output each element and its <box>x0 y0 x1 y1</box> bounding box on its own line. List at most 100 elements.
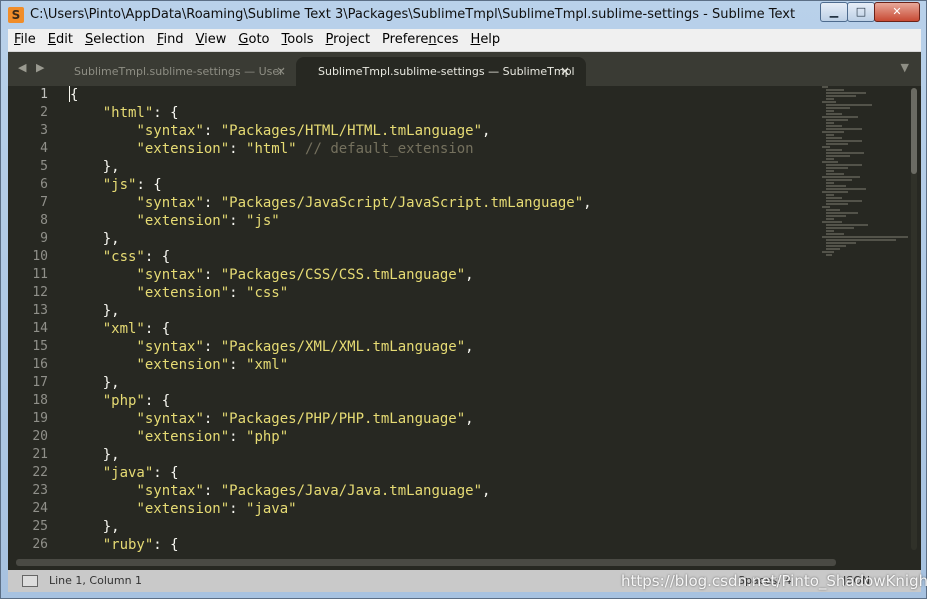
maximize-button[interactable]: □ <box>847 2 875 22</box>
string-token: "Packages/HTML/HTML.tmLanguage" <box>220 123 483 139</box>
minimap-line <box>826 95 856 97</box>
minimap-line <box>826 185 846 187</box>
horizontal-scrollbar[interactable] <box>16 559 836 566</box>
string-token: "Packages/PHP/PHP.tmLanguage" <box>220 411 466 427</box>
minimap-line <box>826 173 844 175</box>
menu-item[interactable]: Find <box>151 30 190 50</box>
string-token: "extension" <box>136 213 230 229</box>
tab-list-dropdown-icon[interactable]: ▼ <box>901 61 909 75</box>
menu-item[interactable]: Edit <box>42 30 79 50</box>
menu-item[interactable]: Goto <box>232 30 275 50</box>
title-bar[interactable]: S C:\Users\Pinto\AppData\Roaming\Sublime… <box>1 1 926 29</box>
line-number: 7 <box>40 195 48 210</box>
string-token: "Packages/XML/XML.tmLanguage" <box>220 339 466 355</box>
code-line: { <box>69 86 819 104</box>
minimap-line <box>826 224 868 226</box>
tab-settings-sublimetmpl[interactable]: SublimeTmpl.sublime-settings — SublimeTm… <box>296 57 586 86</box>
code-line: "xml": { <box>69 320 819 338</box>
minimap-line <box>826 107 850 109</box>
minimap-line <box>822 236 908 238</box>
code-token: , <box>465 267 474 283</box>
window-controls: ▁ □ ✕ <box>820 2 920 22</box>
line-number: 4 <box>40 141 48 156</box>
minimap-line <box>826 113 842 115</box>
minimap-line <box>826 248 840 250</box>
code-token: : <box>203 123 221 139</box>
string-token: "extension" <box>136 429 230 445</box>
code-line: "ruby": { <box>69 536 819 554</box>
string-token: "Packages/Java/Java.tmLanguage" <box>220 483 483 499</box>
minimap[interactable] <box>820 86 908 336</box>
close-button[interactable]: ✕ <box>874 2 920 22</box>
menu-item[interactable]: Help <box>465 30 507 50</box>
minimap-line <box>822 221 842 223</box>
code-token: , <box>465 411 474 427</box>
panel-toggle-icon[interactable] <box>22 575 38 587</box>
menu-item[interactable]: View <box>190 30 233 50</box>
minimap-line <box>826 110 834 112</box>
code-line: "extension": "php" <box>69 428 819 446</box>
code-line: }, <box>69 302 819 320</box>
comment-token: // default_extension <box>305 141 474 157</box>
minimap-line <box>826 143 848 145</box>
tab-settings-user[interactable]: SublimeTmpl.sublime-settings — User × <box>52 57 302 86</box>
line-number: 23 <box>32 483 48 498</box>
minimap-line <box>822 206 830 208</box>
menu-item[interactable]: File <box>8 30 42 50</box>
line-number-gutter: 1 2 3 4 5 6 7 8 9 10 11 12 13 14 15 16 17 18 19 20 21 22 23 24 2… <box>8 86 56 552</box>
code-token: { <box>70 87 79 103</box>
menu-item[interactable]: Project <box>320 30 377 50</box>
menu-item[interactable]: Selection <box>79 30 151 50</box>
code-line: }, <box>69 158 819 176</box>
tab-close-icon[interactable]: × <box>560 57 570 86</box>
code-line: "syntax": "Packages/Java/Java.tmLanguage… <box>69 482 819 500</box>
app-window: S C:\Users\Pinto\AppData\Roaming\Sublime… <box>0 0 927 599</box>
line-number: 11 <box>32 267 48 282</box>
editor-pane: ◀ ▶ SublimeTmpl.sublime-settings — User … <box>8 52 921 572</box>
string-token: "xml" <box>102 321 145 337</box>
minimize-button[interactable]: ▁ <box>820 2 848 22</box>
menu-item[interactable]: Tools <box>276 30 320 50</box>
code-token: , <box>482 123 491 139</box>
minimap-line <box>826 242 856 244</box>
minimap-line <box>826 164 862 166</box>
code-token: }, <box>69 303 120 319</box>
minimap-line <box>826 215 846 217</box>
minimap-line <box>826 134 834 136</box>
minimap-line <box>826 227 854 229</box>
code-line: "php": { <box>69 392 819 410</box>
tab-close-icon[interactable]: × <box>276 57 286 86</box>
line-number: 20 <box>32 429 48 444</box>
minimap-line <box>826 179 852 181</box>
vertical-scroll-thumb[interactable] <box>911 88 917 174</box>
code-line: }, <box>69 374 819 392</box>
vertical-scrollbar[interactable] <box>911 88 917 550</box>
tab-navigation-arrows-icon[interactable]: ◀ ▶ <box>18 61 47 75</box>
code-token: }, <box>69 519 120 535</box>
minimap-line <box>826 194 834 196</box>
code-token: : { <box>144 321 171 337</box>
code-token: : <box>203 267 221 283</box>
minimap-line <box>826 197 842 199</box>
tab-bar: ◀ ▶ SublimeTmpl.sublime-settings — User … <box>8 52 921 86</box>
code-token: : { <box>144 249 171 265</box>
watermark: https://blog.csdn.net/Pinto_ShadowKnight <box>621 572 927 590</box>
menu-item[interactable]: Preferences <box>376 30 464 50</box>
line-number: 3 <box>40 123 48 138</box>
code-token: , <box>482 483 491 499</box>
code-token: : { <box>144 393 171 409</box>
code-text-area[interactable]: { "html": { "syntax": "Packages/HTML/HTM… <box>69 86 819 554</box>
minimap-line <box>826 89 844 91</box>
line-number: 9 <box>40 231 48 246</box>
line-number: 26 <box>32 537 48 552</box>
code-line: "syntax": "Packages/CSS/CSS.tmLanguage", <box>69 266 819 284</box>
sublime-text-icon: S <box>8 7 24 23</box>
